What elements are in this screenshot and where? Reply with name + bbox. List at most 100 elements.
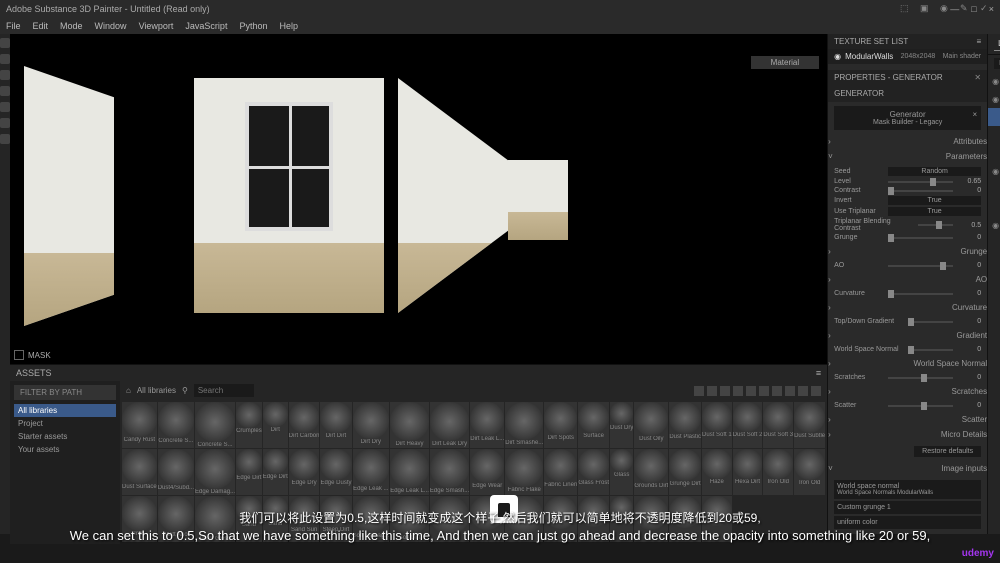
scratches-section[interactable]: › Scratches xyxy=(828,384,987,399)
asset-item[interactable]: Dust4/Subd... xyxy=(158,449,194,495)
view-icon[interactable] xyxy=(811,386,821,396)
tool-icon[interactable]: ✓ xyxy=(980,3,992,15)
projection-tool-icon[interactable] xyxy=(0,70,10,80)
asset-item[interactable]: Dust Subtle xyxy=(794,402,825,448)
random-button[interactable]: Random xyxy=(888,167,981,176)
filter-icon[interactable] xyxy=(746,386,756,396)
asset-item[interactable]: Dirt Carbon xyxy=(289,402,320,448)
tri-contrast-slider[interactable] xyxy=(918,224,953,226)
search-input[interactable] xyxy=(194,384,254,397)
asset-item[interactable]: Edge Leak ... xyxy=(353,449,390,495)
asset-item[interactable]: Concrete S... xyxy=(158,402,194,448)
menu-mode[interactable]: Mode xyxy=(60,21,83,31)
scratches-value[interactable]: 0 xyxy=(957,374,981,381)
eraser-tool-icon[interactable] xyxy=(0,54,10,64)
asset-item[interactable]: Dirt Leak Dry xyxy=(430,402,469,448)
asset-item[interactable]: Dirt Smashe... xyxy=(505,402,543,448)
panel-menu-icon[interactable]: ≡ xyxy=(976,37,981,46)
asset-item[interactable]: Edge Leak L... xyxy=(390,449,429,495)
filter-icon[interactable] xyxy=(759,386,769,396)
parameters-section[interactable]: ˅ Parameters xyxy=(828,149,987,164)
smudge-tool-icon[interactable] xyxy=(0,102,10,112)
filter-icon[interactable] xyxy=(694,386,704,396)
lib-project[interactable]: Project xyxy=(14,417,116,430)
topdown-value[interactable]: 0 xyxy=(957,318,981,325)
material-tool-icon[interactable] xyxy=(0,134,10,144)
grunge-value[interactable]: 0 xyxy=(957,234,981,241)
grunge-slider[interactable] xyxy=(888,237,953,239)
eye-icon[interactable]: ◉ xyxy=(992,77,1000,85)
asset-item[interactable]: Dust Dry xyxy=(610,402,633,448)
tool-icon[interactable]: ◉ xyxy=(940,3,952,15)
filter-icon[interactable] xyxy=(733,386,743,396)
texture-set-name[interactable]: ModularWalls xyxy=(845,52,893,61)
lib-your[interactable]: Your assets xyxy=(14,443,116,456)
filter-icon[interactable] xyxy=(785,386,795,396)
wsn-section[interactable]: › World Space Normal xyxy=(828,356,987,371)
asset-item[interactable]: Dirt xyxy=(263,402,288,448)
asset-item[interactable]: Fabric Flake xyxy=(505,449,543,495)
asset-item[interactable]: Dust Plastic xyxy=(669,402,701,448)
contrast-slider[interactable] xyxy=(888,190,953,192)
asset-item[interactable]: Dust Soft 1 xyxy=(702,402,732,448)
asset-item[interactable]: Grounds Dirt xyxy=(634,449,668,495)
asset-item[interactable]: Dirt Dirt xyxy=(320,402,351,448)
lib-dropdown[interactable]: All libraries xyxy=(137,386,176,395)
generator-box[interactable]: Generator Mask Builder - Legacy × xyxy=(834,106,981,130)
eye-icon[interactable]: ◉ xyxy=(834,52,841,61)
asset-item[interactable]: Edge Damag... xyxy=(195,449,235,495)
3d-viewport[interactable]: Material MASK xyxy=(10,34,827,364)
restore-defaults-button[interactable]: Restore defaults xyxy=(914,446,981,457)
view-icon[interactable] xyxy=(798,386,808,396)
tool-icon[interactable]: ⬚ xyxy=(900,3,912,15)
asset-item[interactable]: Candy Rust xyxy=(122,402,157,448)
image-input-wsn[interactable]: World space normalWorld Space Normals Mo… xyxy=(834,480,981,499)
asset-item[interactable]: Edge Dirt xyxy=(263,449,288,495)
menu-python[interactable]: Python xyxy=(239,21,267,31)
menu-viewport[interactable]: Viewport xyxy=(139,21,174,31)
wsn-slider[interactable] xyxy=(908,349,953,351)
ao-section[interactable]: › AO xyxy=(828,272,987,287)
scatter-slider[interactable] xyxy=(888,405,953,407)
asset-item[interactable]: Grunge Dirt xyxy=(669,449,701,495)
texture-shader[interactable]: Main shader xyxy=(943,53,982,60)
asset-item[interactable]: Edge Smash... xyxy=(430,449,469,495)
menu-file[interactable]: File xyxy=(6,21,21,31)
menu-help[interactable]: Help xyxy=(279,21,298,31)
tool-icon[interactable]: ✎ xyxy=(960,3,972,15)
asset-item[interactable]: Concrete S... xyxy=(195,402,235,448)
layer-row[interactable]: ◉DustNorm ~75 ~ xyxy=(988,90,1000,108)
clone-tool-icon[interactable] xyxy=(0,118,10,128)
layer-row[interactable]: ◉Mask Builder - LegacyNorm ~100 ~ xyxy=(988,108,1000,126)
brush-tool-icon[interactable] xyxy=(0,38,10,48)
fill-tool-icon[interactable] xyxy=(0,86,10,96)
remove-generator-icon[interactable]: × xyxy=(972,110,977,119)
ao-slider[interactable] xyxy=(888,265,953,267)
menu-javascript[interactable]: JavaScript xyxy=(185,21,227,31)
asset-item[interactable]: Edge Dry xyxy=(289,449,320,495)
topdown-slider[interactable] xyxy=(908,321,953,323)
axis-gizmo[interactable] xyxy=(799,336,819,356)
blend-mode-select[interactable]: Base color xyxy=(994,58,1000,69)
scatter-value[interactable]: 0 xyxy=(957,402,981,409)
asset-item[interactable]: Haze xyxy=(702,449,732,495)
layer-row[interactable]: ◉DustNorm ~100 ~ xyxy=(988,144,1000,162)
layer-row[interactable]: ◉WallsBottomPartNorm ~100 ~ xyxy=(988,72,1000,90)
tool-icon[interactable]: ▣ xyxy=(920,3,932,15)
layer-row[interactable]: ◉DustNorm ~100 ~ xyxy=(988,180,1000,198)
asset-item[interactable]: Fabric Linen xyxy=(544,449,577,495)
eye-icon[interactable]: ◉ xyxy=(992,221,1000,229)
eye-icon[interactable]: ◉ xyxy=(992,167,1000,175)
asset-item[interactable]: Dust Surface xyxy=(122,449,157,495)
attributes-section[interactable]: › Attributes xyxy=(828,134,987,149)
triplanar-toggle[interactable]: True xyxy=(888,207,981,216)
level-slider[interactable] xyxy=(888,181,953,183)
menu-window[interactable]: Window xyxy=(95,21,127,31)
filter-icon[interactable] xyxy=(772,386,782,396)
lib-starter[interactable]: Starter assets xyxy=(14,430,116,443)
gradient-section[interactable]: › Gradient xyxy=(828,328,987,343)
asset-item[interactable]: Hexa Dirt xyxy=(733,449,763,495)
panel-close-icon[interactable]: ✕ xyxy=(974,73,981,82)
curv-value[interactable]: 0 xyxy=(957,290,981,297)
scatter-section[interactable]: › Scatter xyxy=(828,412,987,427)
